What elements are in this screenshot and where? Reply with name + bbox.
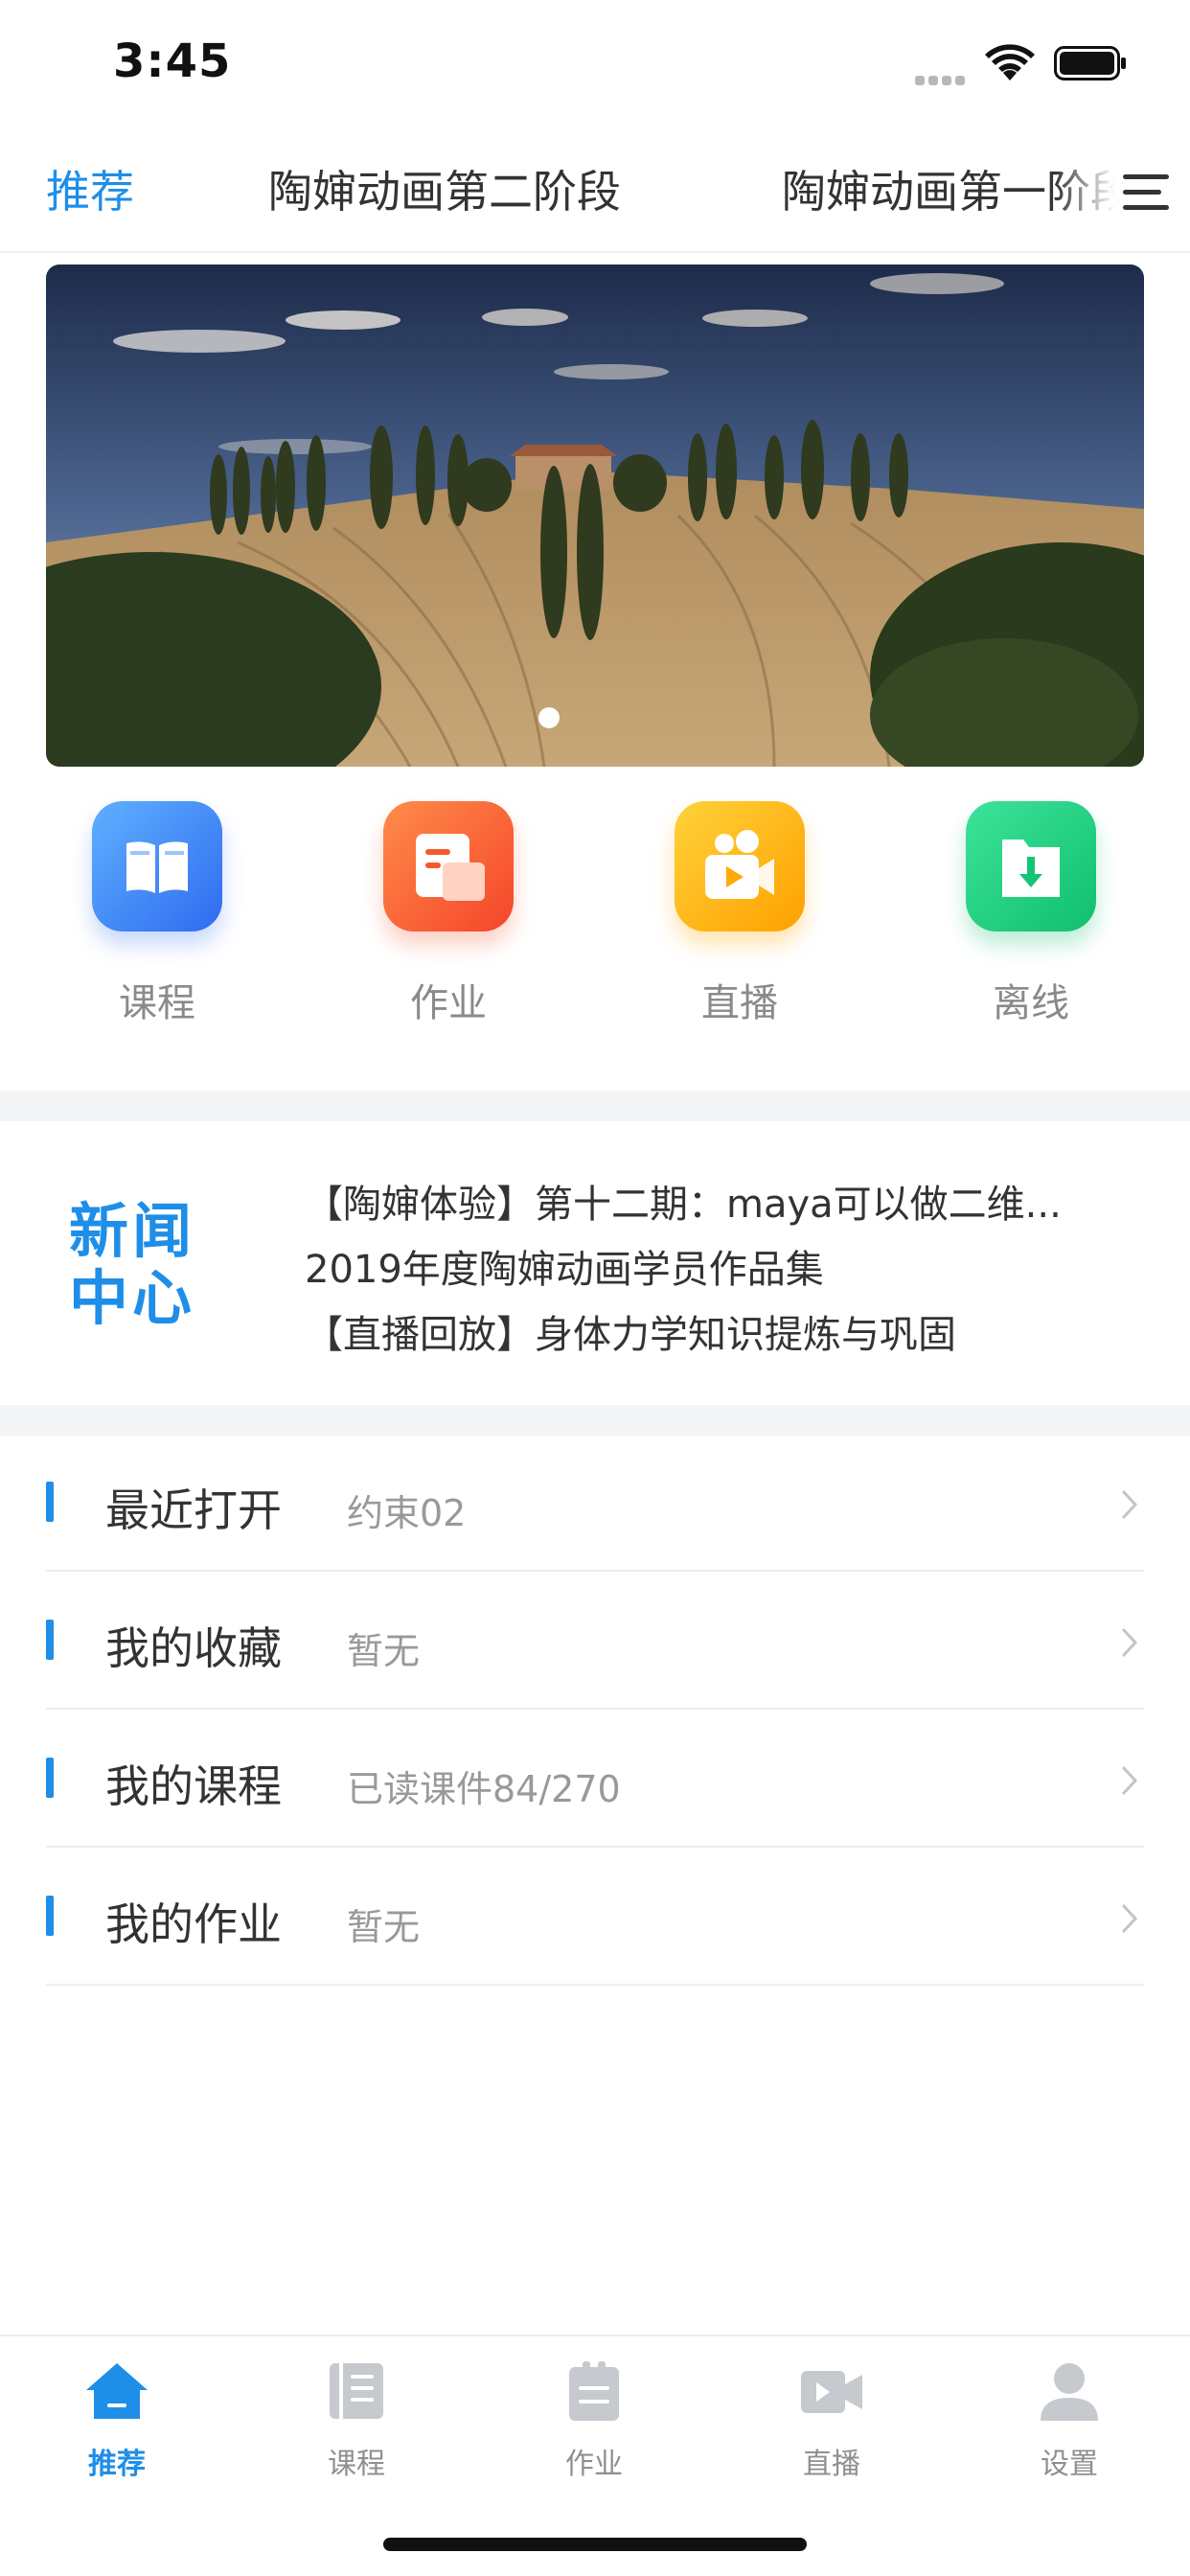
- shortcut-offline[interactable]: 离线: [935, 801, 1127, 1027]
- carousel-dot[interactable]: [538, 707, 560, 728]
- news-logo-line: 新闻: [69, 1196, 196, 1266]
- list-item-my-courses[interactable]: 我的课程 已读课件84/270: [46, 1710, 1144, 1848]
- section-divider: [0, 1405, 1190, 1436]
- bottom-tab-settings[interactable]: 设置: [993, 2358, 1146, 2482]
- user-icon: [1041, 2363, 1098, 2421]
- book-icon: [92, 801, 222, 932]
- status-bar: 3:45: [0, 0, 1190, 126]
- list-item-recent[interactable]: 最近打开 约束02: [46, 1434, 1144, 1572]
- news-logo-line: 中心: [69, 1263, 196, 1333]
- shortcut-grid: 课程 作业 直播 离线: [0, 801, 1190, 1046]
- list-item-subtitle: 暂无: [347, 1906, 421, 1948]
- video-camera-icon: [675, 801, 805, 932]
- shortcut-label: 作业: [410, 981, 487, 1025]
- list-item-title: 我的课程: [105, 1760, 282, 1812]
- accent-bar: [46, 1896, 54, 1936]
- banner-image: [46, 264, 1144, 767]
- bottom-tab-label: 直播: [803, 2448, 860, 2481]
- chevron-right-icon: [1121, 1489, 1138, 1520]
- accent-bar: [46, 1758, 54, 1798]
- list-item-subtitle: 约束02: [347, 1492, 467, 1534]
- top-category-tabs: 推荐 陶婶动画第二阶段 陶婶动画第一阶段: [0, 142, 1190, 253]
- accent-bar: [46, 1620, 54, 1660]
- news-item[interactable]: 【直播回放】身体力学知识提炼与巩固: [305, 1303, 1100, 1359]
- book-icon: [330, 2363, 383, 2419]
- status-time: 3:45: [113, 34, 232, 88]
- list-item-subtitle: 暂无: [347, 1630, 421, 1672]
- battery-icon: [1054, 46, 1126, 80]
- chevron-right-icon: [1121, 1627, 1138, 1658]
- video-camera-icon: [801, 2371, 862, 2413]
- shortcut-label: 课程: [119, 981, 195, 1025]
- bottom-tab-label: 推荐: [88, 2448, 146, 2481]
- news-center: 新闻 中心 【陶婶体验】第十二期：maya可以做二维... 2019年度陶婶动画…: [0, 1121, 1190, 1405]
- home-icon: [86, 2363, 148, 2419]
- chevron-right-icon: [1121, 1765, 1138, 1796]
- bottom-tab-label: 课程: [328, 2448, 385, 2481]
- chevron-right-icon: [1121, 1903, 1138, 1934]
- bottom-tab-label: 作业: [565, 2448, 623, 2481]
- bottom-tab-live[interactable]: 直播: [755, 2358, 908, 2482]
- menu-icon[interactable]: [1121, 171, 1171, 215]
- bottom-tab-course[interactable]: 课程: [280, 2358, 433, 2482]
- news-item[interactable]: 2019年度陶婶动画学员作品集: [305, 1238, 1100, 1294]
- shortcut-label: 离线: [993, 981, 1069, 1025]
- tab-recommend[interactable]: 推荐: [46, 157, 134, 220]
- news-center-logo[interactable]: 新闻 中心: [69, 1198, 215, 1332]
- accent-bar: [46, 1482, 54, 1522]
- document-icon: [383, 801, 514, 932]
- bottom-tab-homework[interactable]: 作业: [517, 2358, 671, 2482]
- list-item-title: 我的收藏: [105, 1622, 282, 1674]
- bottom-tab-label: 设置: [1041, 2448, 1098, 2481]
- list-item-my-homework[interactable]: 我的作业 暂无: [46, 1848, 1144, 1986]
- section-divider: [0, 1091, 1190, 1121]
- shortcut-course[interactable]: 课程: [61, 801, 253, 1027]
- list-item-favorites[interactable]: 我的收藏 暂无: [46, 1572, 1144, 1710]
- home-indicator: [383, 2538, 807, 2551]
- download-icon: [966, 801, 1096, 932]
- bottom-tab-recommend[interactable]: 推荐: [40, 2358, 194, 2482]
- tab-stage-two[interactable]: 陶婶动画第二阶段: [268, 157, 621, 220]
- banner-carousel[interactable]: [46, 264, 1144, 767]
- clipboard-icon: [569, 2361, 619, 2421]
- cellular-signal-icon: [915, 71, 971, 85]
- personal-list: 最近打开 约束02 我的收藏 暂无 我的课程 已读课件84/270 我的作业 暂…: [46, 1434, 1144, 1986]
- list-item-title: 我的作业: [105, 1898, 282, 1950]
- wifi-icon: [985, 44, 1035, 80]
- shortcut-homework[interactable]: 作业: [353, 801, 544, 1027]
- list-item-subtitle: 已读课件84/270: [347, 1768, 621, 1810]
- list-item-title: 最近打开: [105, 1484, 282, 1536]
- shortcut-live[interactable]: 直播: [644, 801, 835, 1027]
- news-item[interactable]: 【陶婶体验】第十二期：maya可以做二维...: [305, 1173, 1100, 1229]
- shortcut-label: 直播: [701, 981, 778, 1025]
